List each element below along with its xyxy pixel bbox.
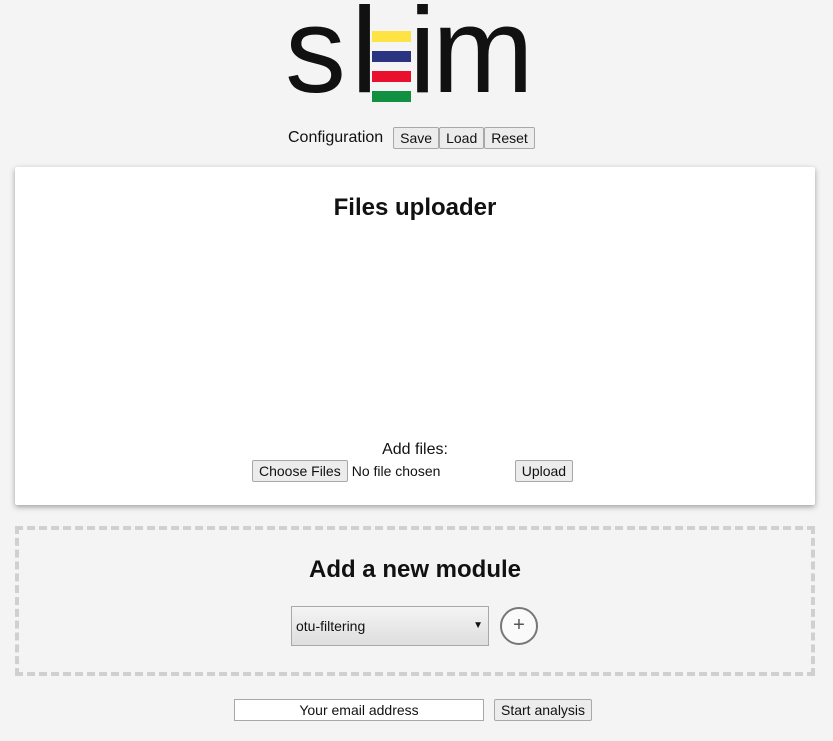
file-status-text: No file chosen xyxy=(351,463,441,479)
files-uploader-panel: Files uploader Add files: Choose Files N… xyxy=(15,167,815,505)
sleim-logo: s l im xyxy=(285,0,547,111)
load-config-button[interactable]: Load xyxy=(439,127,485,149)
logo-bar-yellow xyxy=(372,31,411,42)
logo-letters-im: im xyxy=(409,0,534,118)
logo-bar-blue xyxy=(372,51,411,62)
add-module-button[interactable]: + xyxy=(500,607,538,645)
files-uploader-title: Files uploader xyxy=(333,194,497,221)
plus-icon: + xyxy=(513,614,525,636)
file-chooser-row: Choose Files No file chosen Upload xyxy=(252,460,574,482)
module-select[interactable]: otu-filtering ▼ xyxy=(291,606,489,646)
logo-color-bars xyxy=(372,31,411,102)
upload-button[interactable]: Upload xyxy=(514,460,574,482)
save-config-button[interactable]: Save xyxy=(393,127,440,149)
email-input[interactable] xyxy=(234,699,484,721)
add-module-title: Add a new module xyxy=(308,556,521,583)
configuration-bar: Configuration Save Load Reset xyxy=(288,127,535,149)
dropdown-arrow-icon: ▼ xyxy=(473,620,483,631)
choose-files-button[interactable]: Choose Files xyxy=(252,460,348,482)
start-analysis-button[interactable]: Start analysis xyxy=(494,699,593,721)
add-module-panel: Add a new module otu-filtering ▼ + xyxy=(15,526,815,676)
add-files-label: Add files: xyxy=(382,441,448,458)
logo-letter-s: s xyxy=(285,0,346,118)
logo-bar-green xyxy=(372,91,411,102)
logo-letter-l: l xyxy=(351,0,378,118)
configuration-label: Configuration xyxy=(288,129,384,146)
module-select-value: otu-filtering xyxy=(296,618,366,634)
logo-bar-red xyxy=(372,71,411,82)
reset-config-button[interactable]: Reset xyxy=(484,127,535,149)
